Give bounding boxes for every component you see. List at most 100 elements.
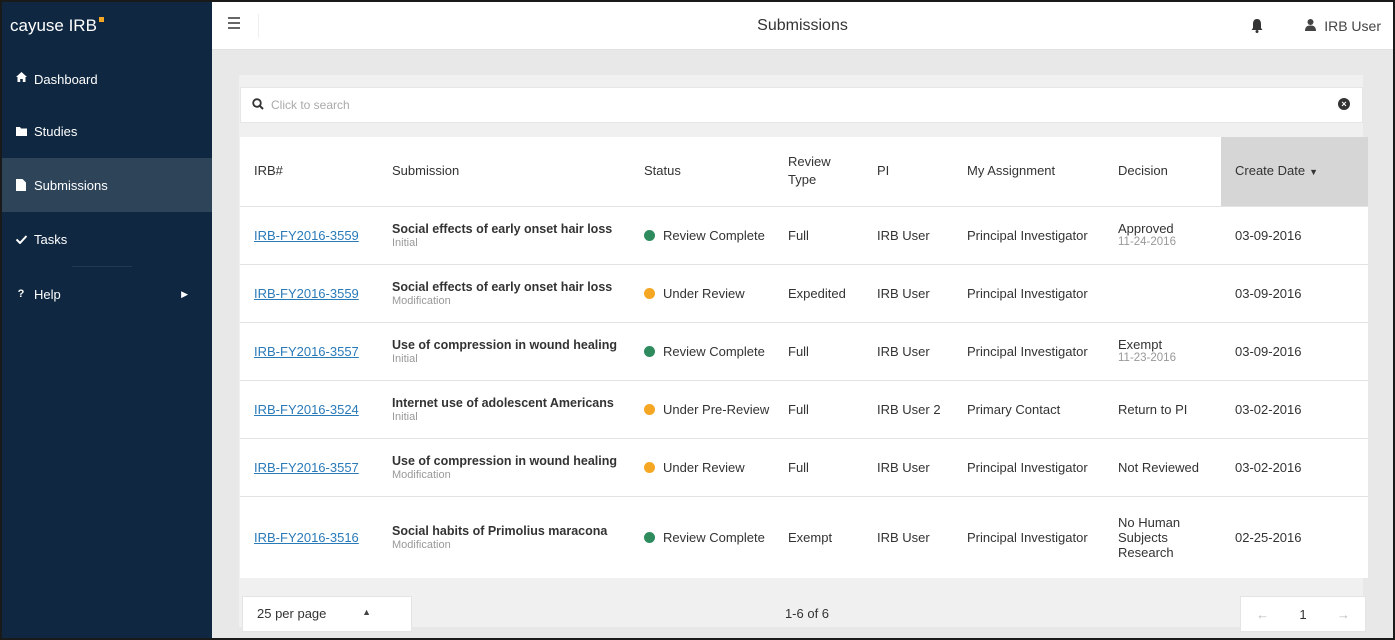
result-count: 1-6 of 6: [784, 606, 830, 621]
sidebar-item-studies[interactable]: Studies: [2, 104, 212, 158]
decision-cell: Approved 11-24-2016: [1104, 205, 1221, 264]
submission-kind: Modification: [392, 294, 451, 307]
review-type-cell: Full: [774, 321, 863, 380]
status-text: Review Complete: [663, 227, 765, 243]
user-icon: [1305, 2, 1317, 50]
irb-link[interactable]: IRB-FY2016-3559: [254, 228, 359, 243]
search-input[interactable]: Click to search: [271, 88, 350, 122]
next-page-arrow-icon[interactable]: →: [1337, 607, 1350, 622]
per-page-select[interactable]: 25 per page ▲: [242, 596, 412, 632]
irb-link[interactable]: IRB-FY2016-3559: [254, 286, 359, 301]
submission-kind: Initial: [392, 352, 418, 365]
submission-title: Use of compression in wound healing: [392, 453, 618, 468]
sidebar-item-label: Dashboard: [34, 72, 98, 87]
app-frame: cayuse IRB Dashboard Studies Submissions: [0, 0, 1395, 640]
prev-page-arrow-icon[interactable]: ←: [1256, 607, 1269, 622]
irb-cell: IRB-FY2016-3516: [240, 495, 378, 578]
decision-text: Approved: [1118, 221, 1174, 236]
irb-cell: IRB-FY2016-3524: [240, 379, 378, 438]
sidebar-item-dashboard[interactable]: Dashboard: [2, 50, 212, 104]
table-row[interactable]: IRB-FY2016-3557 Use of compression in wo…: [240, 437, 1368, 496]
submission-cell: Social effects of early onset hair loss …: [378, 263, 630, 322]
folder-icon: [14, 126, 28, 136]
decision-date: 11-24-2016: [1118, 236, 1176, 248]
table-row[interactable]: IRB-FY2016-3559 Social effects of early …: [240, 263, 1368, 322]
pi-cell: IRB User: [863, 263, 953, 322]
submission-kind: Initial: [392, 236, 418, 249]
status-cell: Under Pre-Review: [630, 379, 774, 438]
irb-link[interactable]: IRB-FY2016-3516: [254, 530, 359, 545]
pi-cell: IRB User: [863, 495, 953, 578]
review-type-cell: Expedited: [774, 263, 863, 322]
decision-cell: Exempt 11-23-2016: [1104, 321, 1221, 380]
brand-text: cayuse IRB: [10, 16, 97, 35]
review-type-line-2: Type: [788, 172, 817, 188]
column-header-pi[interactable]: PI: [863, 137, 953, 206]
status-cell: Review Complete: [630, 321, 774, 380]
decision-cell: Not Reviewed: [1104, 437, 1221, 496]
submission-title: Social effects of early onset hair loss: [392, 279, 613, 294]
column-header-create-date[interactable]: Create Date ▼: [1221, 137, 1368, 206]
submission-title: Social habits of Primolius maracona: [392, 523, 608, 538]
file-icon: [14, 179, 28, 191]
home-icon: [14, 72, 28, 82]
column-header-status[interactable]: Status: [630, 137, 774, 206]
status-text: Under Pre-Review: [663, 401, 770, 417]
assignment-cell: Principal Investigator: [953, 437, 1104, 496]
sidebar-item-help[interactable]: ? Help ▶: [2, 267, 212, 321]
decision-date: 11-23-2016: [1118, 352, 1176, 364]
irb-cell: IRB-FY2016-3557: [240, 437, 378, 496]
pi-cell: IRB User: [863, 437, 953, 496]
search-icon: [252, 98, 264, 113]
create-date-label: Create Date: [1235, 162, 1306, 178]
table-row[interactable]: IRB-FY2016-3557 Use of compression in wo…: [240, 321, 1368, 380]
create-date-cell: 03-02-2016: [1221, 379, 1368, 438]
search-bar[interactable]: Click to search ×: [240, 87, 1363, 123]
table-row[interactable]: IRB-FY2016-3516 Social habits of Primoli…: [240, 495, 1368, 578]
sidebar-item-tasks[interactable]: Tasks: [2, 212, 212, 266]
status-cell: Review Complete: [630, 495, 774, 578]
submission-cell: Use of compression in wound healing Modi…: [378, 437, 630, 496]
page-number[interactable]: 1: [1299, 607, 1306, 622]
create-date-cell: 03-09-2016: [1221, 205, 1368, 264]
status-dot-icon: [644, 461, 655, 473]
brand-logo[interactable]: cayuse IRB: [2, 2, 212, 50]
column-header-submission[interactable]: Submission: [378, 137, 630, 206]
status-dot-icon: [644, 531, 655, 543]
page-title: Submissions: [757, 17, 848, 34]
decision-text: No Human: [1118, 514, 1181, 530]
create-date-cell: 03-09-2016: [1221, 263, 1368, 322]
table-row[interactable]: IRB-FY2016-3524 Internet use of adolesce…: [240, 379, 1368, 438]
menu-toggle-icon[interactable]: [228, 17, 240, 29]
review-type-cell: Full: [774, 205, 863, 264]
sidebar-item-submissions[interactable]: Submissions: [2, 158, 212, 212]
irb-link[interactable]: IRB-FY2016-3557: [254, 460, 359, 475]
submission-title: Internet use of adolescent Americans: [392, 395, 614, 410]
table-row[interactable]: IRB-FY2016-3559 Social effects of early …: [240, 205, 1368, 264]
column-header-irb[interactable]: IRB#: [240, 137, 378, 206]
create-date-cell: 02-25-2016: [1221, 495, 1368, 578]
column-header-review-type[interactable]: Review Type: [774, 137, 863, 206]
assignment-cell: Primary Contact: [953, 379, 1104, 438]
assignment-cell: Principal Investigator: [953, 205, 1104, 264]
column-header-assignment[interactable]: My Assignment: [953, 137, 1104, 206]
column-header-decision[interactable]: Decision: [1104, 137, 1221, 206]
pi-cell: IRB User: [863, 205, 953, 264]
table-header-row: IRB# Submission Status Review Type PI My …: [240, 137, 1368, 206]
status-dot-icon: [644, 345, 655, 357]
pi-cell: IRB User: [863, 321, 953, 380]
decision-text: Subjects: [1118, 529, 1168, 545]
irb-link[interactable]: IRB-FY2016-3524: [254, 402, 359, 417]
review-type-cell: Exempt: [774, 495, 863, 578]
create-date-cell: 03-02-2016: [1221, 437, 1368, 496]
submission-title: Social effects of early onset hair loss: [392, 221, 613, 236]
divider: [258, 14, 259, 38]
user-menu[interactable]: IRB User: [1305, 2, 1381, 50]
assignment-cell: Principal Investigator: [953, 263, 1104, 322]
bell-icon[interactable]: [1251, 19, 1263, 33]
clear-search-icon[interactable]: ×: [1338, 98, 1350, 110]
irb-link[interactable]: IRB-FY2016-3557: [254, 344, 359, 359]
top-bar: Submissions IRB User: [212, 2, 1393, 50]
status-dot-icon: [644, 287, 655, 299]
per-page-label: 25 per page: [257, 606, 327, 621]
